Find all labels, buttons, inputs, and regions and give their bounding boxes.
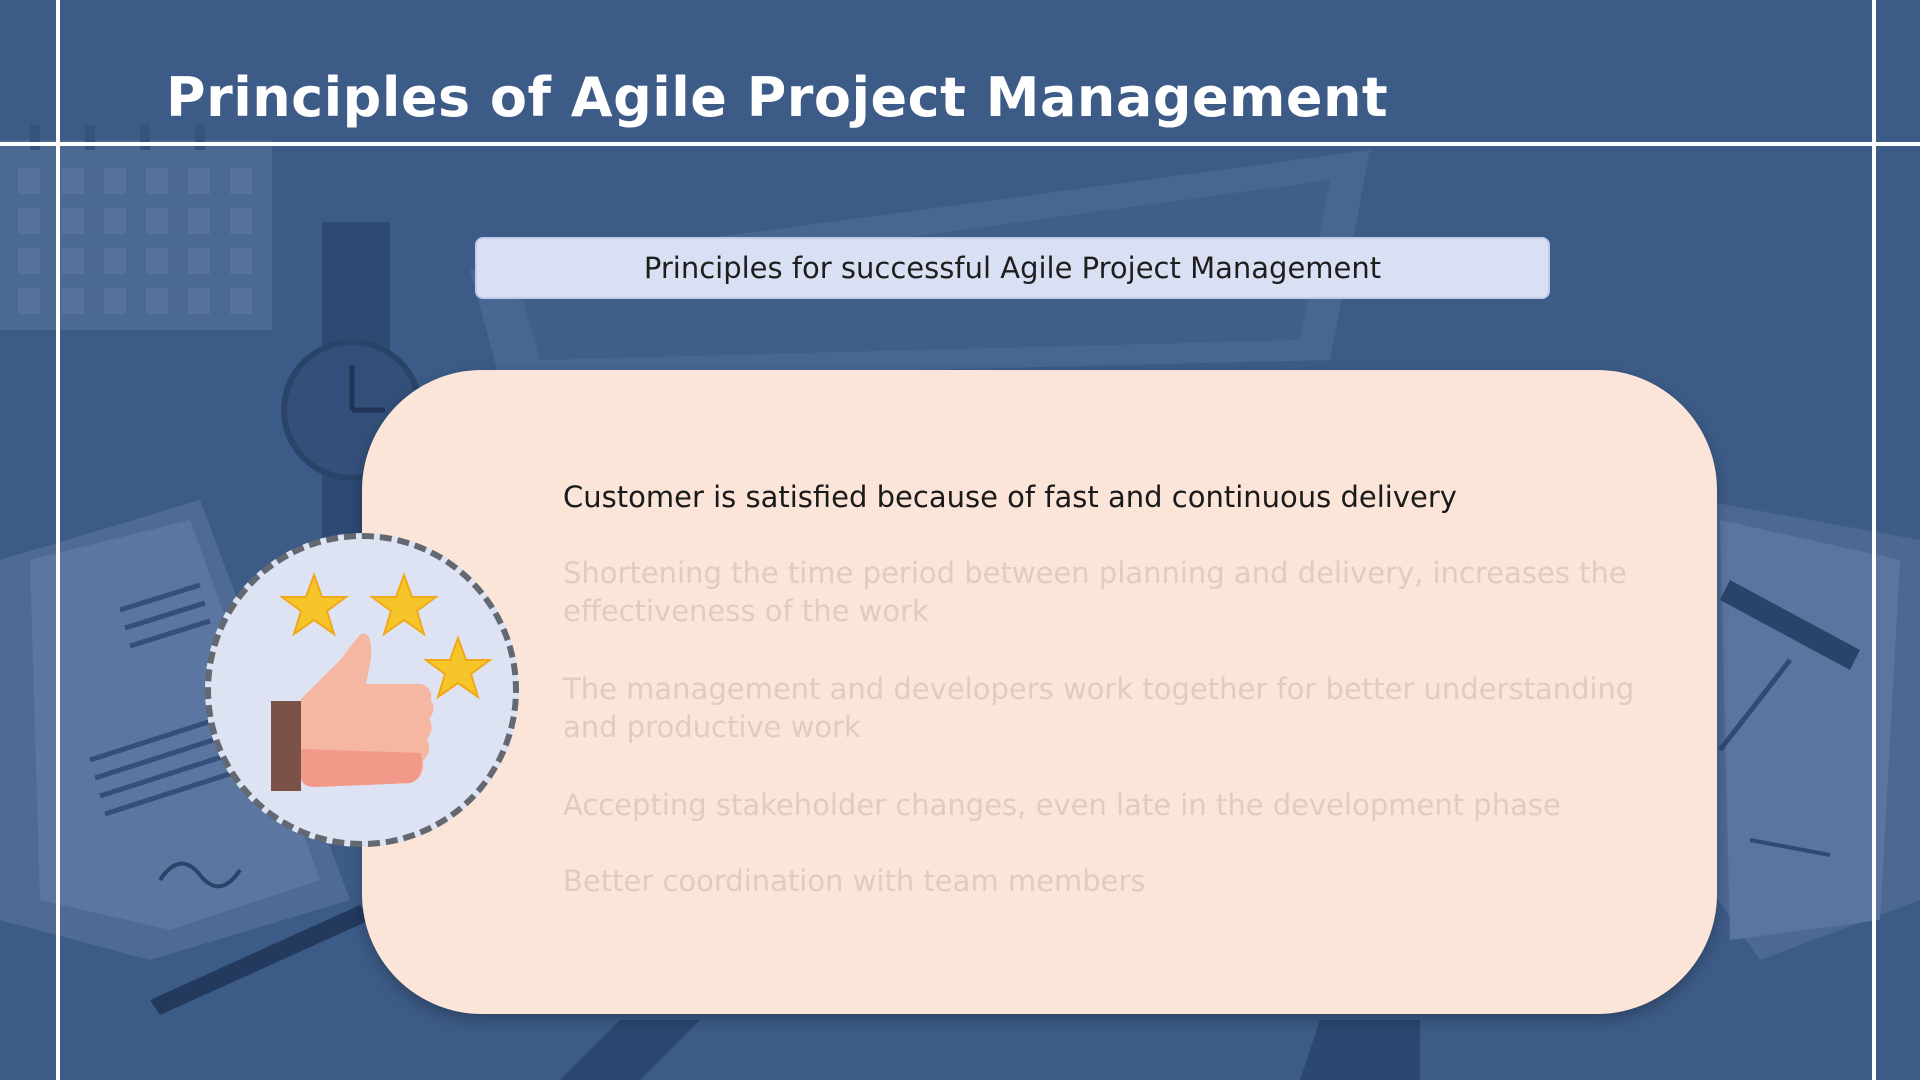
star-icon (422, 635, 494, 700)
thumbs-up-with-stars-icon (271, 572, 494, 791)
principles-list: Customer is satisfied because of fast an… (563, 478, 1673, 900)
principle-item-2: Shortening the time period between plann… (563, 556, 1627, 628)
subtitle-banner: Principles for successful Agile Project … (475, 237, 1550, 299)
papers-icon (1690, 500, 1920, 960)
principle-item-1: Customer is satisfied because of fast an… (563, 480, 1457, 514)
principle-item-5: Better coordination with team members (563, 864, 1146, 898)
slide-title: Principles of Agile Project Management (166, 66, 1389, 129)
star-icon (278, 572, 350, 637)
rating-badge (205, 533, 519, 847)
frame-line-right (1872, 0, 1876, 1080)
principle-item-4: Accepting stakeholder changes, even late… (563, 788, 1561, 822)
principle-item-3: The management and developers work toget… (563, 672, 1635, 744)
thumbs-up-icon (271, 633, 434, 791)
frame-line-top (0, 142, 1920, 146)
frame-line-left (56, 0, 60, 1080)
star-icon (368, 572, 440, 637)
